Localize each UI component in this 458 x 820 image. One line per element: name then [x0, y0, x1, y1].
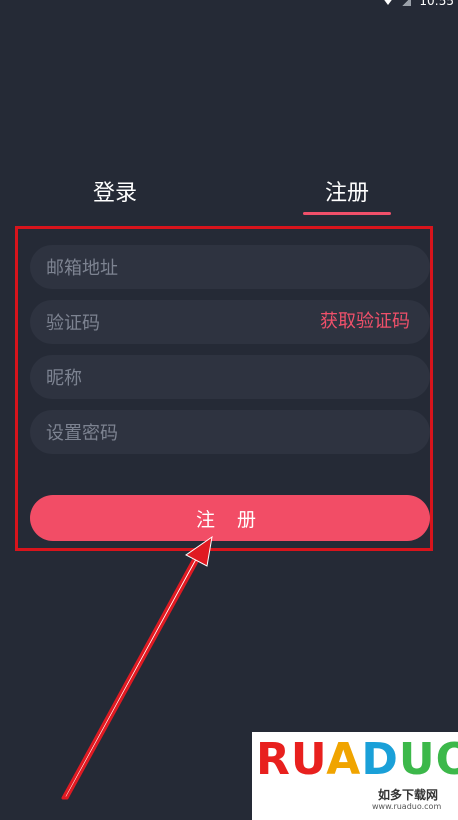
watermark-cn: 如多下载网: [378, 788, 439, 802]
watermark-brand: RUADUO: [256, 734, 458, 785]
watermark-logo: RUADUO 如多下载网 www.ruaduo.com: [252, 732, 458, 820]
watermark-url: www.ruaduo.com: [372, 802, 442, 811]
arrow-head: [185, 535, 213, 567]
arrow-shaft: [61, 544, 207, 800]
annotation-arrow-icon: [61, 535, 213, 800]
